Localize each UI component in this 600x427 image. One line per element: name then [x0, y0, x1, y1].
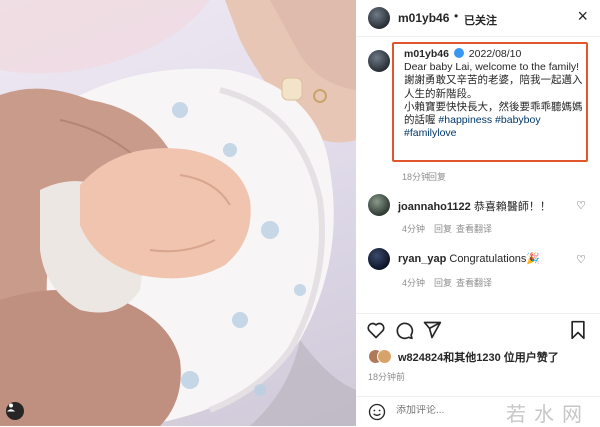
caption-timestamp: 18分钟: [402, 172, 431, 182]
caption-date: 2022/08/10: [468, 48, 522, 60]
comment-reply-button[interactable]: 回复: [434, 222, 452, 235]
commenter-avatar[interactable]: [368, 194, 390, 216]
comment-body: ryan_yap Congratulations🎉: [398, 252, 540, 265]
follow-status-button[interactable]: 已关注: [464, 12, 497, 28]
heart-icon[interactable]: ♡: [576, 199, 586, 212]
separator-dot: •: [454, 9, 459, 23]
caption-username[interactable]: m01yb46: [404, 48, 449, 60]
comment-text: Congratulations🎉: [449, 253, 541, 265]
comment-translate-button[interactable]: 查看翻译: [456, 276, 492, 289]
comment-username[interactable]: joannaho1122: [398, 201, 471, 213]
verified-icon: [453, 48, 464, 58]
bookmark-icon[interactable]: [568, 320, 588, 340]
comment-reply-button[interactable]: 回复: [434, 276, 452, 289]
commenter-avatar[interactable]: [368, 248, 390, 270]
watermark: 若水网: [506, 402, 590, 426]
liker-avatar: [377, 349, 392, 364]
caption-line-2: 謝謝勇敢又辛苦的老婆，陪我一起邁入人生的新階段。: [404, 74, 583, 100]
comment-time: 4分钟: [402, 278, 426, 288]
likes-text[interactable]: w824824和其他1230 位用户赞了: [398, 349, 559, 365]
post-side-panel: m01yb46 • 已关注 × m01yb46 2022/08/10 Dear …: [356, 0, 600, 426]
comment-text: 恭喜賴醫師！！: [473, 201, 551, 213]
caption-line-1: Dear baby Lai, welcome to the family!: [404, 61, 580, 74]
action-bar: [356, 313, 600, 346]
caption-avatar[interactable]: [368, 50, 390, 72]
comment-input[interactable]: [396, 405, 506, 416]
share-icon[interactable]: [422, 320, 442, 340]
caption-reply-button[interactable]: 回复: [428, 170, 446, 183]
post-caption: m01yb46 2022/08/10 Dear baby Lai, welcom…: [404, 48, 588, 140]
author-avatar[interactable]: [368, 7, 390, 29]
post-photo: [0, 0, 356, 426]
smile-icon[interactable]: [368, 403, 386, 421]
comment-time: 4分钟: [402, 224, 426, 234]
post-header: m01yb46 • 已关注 ×: [356, 0, 600, 37]
author-username[interactable]: m01yb46: [398, 11, 449, 25]
heart-icon[interactable]: [366, 320, 386, 340]
comment-translate-button[interactable]: 查看翻译: [456, 222, 492, 235]
baby-photo-illustration: [0, 0, 356, 426]
post-timestamp: 18分钟前: [368, 372, 406, 382]
comment-username[interactable]: ryan_yap: [398, 253, 446, 265]
heart-icon[interactable]: ♡: [576, 253, 586, 266]
comment-icon[interactable]: [394, 320, 414, 340]
user-tag-icon[interactable]: [6, 402, 24, 420]
close-icon[interactable]: ×: [577, 7, 588, 25]
comment-body: joannaho1122 恭喜賴醫師！！: [398, 198, 551, 214]
